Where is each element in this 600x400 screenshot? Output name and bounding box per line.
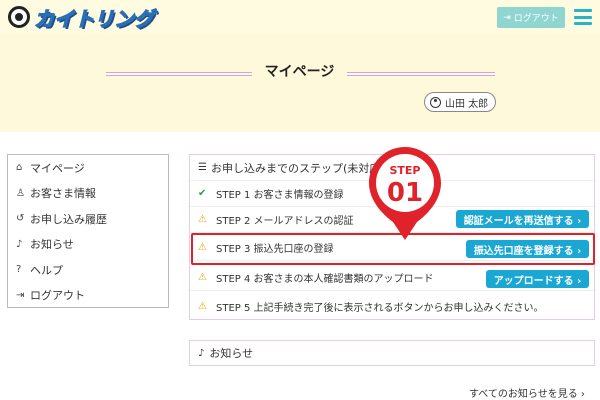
resend-verification-email-button[interactable]: 認証メールを再送信する › bbox=[456, 210, 589, 228]
step-label: STEP 1 お客さま情報の登録 bbox=[216, 190, 344, 201]
top-header: カイトリング ⇥ ログアウト bbox=[0, 0, 600, 34]
news-panel: ♪ お知らせ bbox=[189, 340, 595, 366]
sidebar-item-label: ログアウト bbox=[30, 289, 85, 303]
history-icon: ↺ bbox=[16, 213, 25, 225]
page-title: マイページ bbox=[264, 64, 335, 80]
step-label: STEP 4 お客さまの本人確認書類のアップロード bbox=[216, 274, 434, 285]
check-icon: ✔ bbox=[198, 188, 207, 199]
sidebar-item-label: お知らせ bbox=[30, 238, 74, 252]
see-all-news-link[interactable]: すべてのお知らせを見る › bbox=[469, 385, 585, 400]
logout-icon: ⇥ bbox=[503, 12, 511, 23]
header-logout-label: ログアウト bbox=[513, 14, 559, 24]
sidebar-item-mypage[interactable]: ⌂ マイページ bbox=[8, 155, 168, 181]
eye-logo-icon bbox=[8, 6, 30, 28]
bell-icon: ♪ bbox=[198, 347, 205, 359]
sidebar-item-label: ヘルプ bbox=[30, 263, 63, 277]
title-divider-right bbox=[347, 72, 495, 76]
warning-icon: ⚠ bbox=[198, 300, 207, 312]
step-label: STEP 5 上記手続き完了後に表示されるボタンからお申し込みください。 bbox=[216, 302, 544, 314]
sidebar-item-label: お申し込み履歴 bbox=[30, 212, 107, 226]
step-label: STEP 2 メールアドレスの認証 bbox=[216, 216, 354, 227]
user-chip[interactable]: 山田 太郎 bbox=[424, 92, 496, 112]
step-badge: STEP 01 bbox=[369, 147, 441, 240]
home-icon: ⌂ bbox=[16, 162, 23, 174]
hamburger-menu-icon[interactable] bbox=[574, 9, 592, 25]
user-circle-icon bbox=[430, 96, 441, 108]
page-hero bbox=[0, 34, 600, 132]
bell-icon: ♪ bbox=[16, 238, 23, 250]
warning-icon: ⚠ bbox=[198, 214, 207, 225]
logout-icon: ⇥ bbox=[16, 289, 25, 301]
sidebar-item-customer-info[interactable]: ♙ お客さま情報 bbox=[8, 181, 168, 207]
steps-heading-text: お申し込みまでのステップ(未対応の bbox=[210, 161, 392, 175]
badge-step-word: STEP bbox=[389, 164, 420, 177]
badge-step-number: 01 bbox=[387, 178, 423, 208]
upload-id-button[interactable]: アップロードする › bbox=[486, 270, 589, 288]
sidebar-item-label: お客さま情報 bbox=[30, 187, 96, 201]
list-icon: ☰ bbox=[198, 162, 207, 173]
site-logo[interactable]: カイトリング bbox=[8, 4, 155, 31]
sidebar-item-label: マイページ bbox=[30, 161, 85, 175]
title-divider-left bbox=[106, 72, 252, 76]
sidebar-item-logout[interactable]: ⇥ ログアウト bbox=[8, 283, 168, 309]
news-heading: お知らせ bbox=[209, 347, 254, 360]
sidebar-item-help[interactable]: ? ヘルプ bbox=[8, 257, 168, 283]
warning-icon: ⚠ bbox=[198, 272, 207, 283]
help-icon: ? bbox=[16, 264, 22, 276]
sidebar-item-news[interactable]: ♪ お知らせ bbox=[8, 232, 168, 258]
logo-text: カイトリング bbox=[33, 6, 154, 31]
sidebar-nav: ⌂ マイページ ♙ お客さま情報 ↺ お申し込み履歴 ♪ お知らせ ? ヘルプ … bbox=[7, 154, 169, 308]
step-row-5: ⚠ STEP 5 上記手続き完了後に表示されるボタンからお申し込みください。 bbox=[190, 293, 594, 319]
user-name: 山田 太郎 bbox=[445, 98, 489, 110]
sidebar-item-history[interactable]: ↺ お申し込み履歴 bbox=[8, 206, 168, 232]
user-icon: ♙ bbox=[16, 187, 25, 199]
header-logout-button[interactable]: ⇥ ログアウト bbox=[497, 7, 565, 28]
